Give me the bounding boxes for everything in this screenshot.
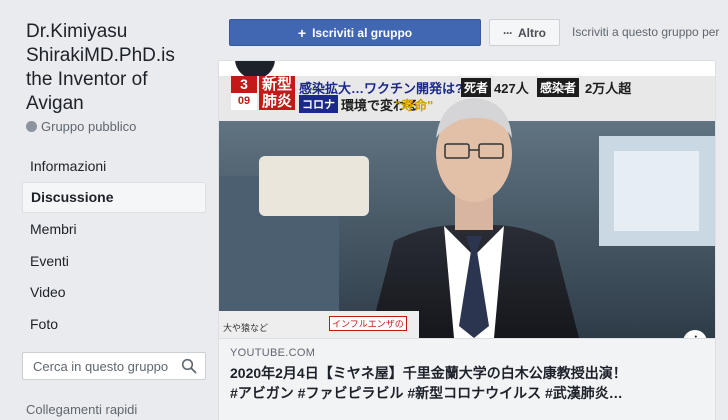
news-tag-line: 肺炎 bbox=[261, 93, 292, 110]
deaths-label: 死者 bbox=[461, 78, 492, 97]
group-title-line: Dr.Kimiyasu bbox=[26, 21, 128, 42]
news-tag: 新型 肺炎 bbox=[259, 76, 295, 110]
channel-number: 3 bbox=[240, 76, 248, 92]
group-privacy: Gruppo pubblico bbox=[26, 119, 136, 134]
nav-item-info[interactable]: Informazioni bbox=[22, 150, 206, 182]
deaths-value: 427人 bbox=[494, 81, 529, 96]
ellipsis-icon: ··· bbox=[503, 25, 513, 40]
link-headline-line: #アビガン #ファビピラビル #新型コロナウイルス #武漢肺炎… bbox=[230, 385, 623, 401]
more-label: Altro bbox=[518, 25, 546, 40]
group-search-input[interactable] bbox=[31, 357, 181, 375]
channel-sub: 09 bbox=[231, 93, 257, 110]
group-title-line: Avigan bbox=[26, 93, 84, 114]
subscribe-hint: Iscriviti a questo gruppo per bbox=[572, 25, 720, 39]
more-button[interactable]: ··· Altro bbox=[489, 19, 560, 46]
link-preview[interactable]: YOUTUBE.COM 2020年2月4日【ミヤネ屋】千里金蘭大学の白木公康教授… bbox=[219, 338, 715, 420]
group-title-line: ShirakiMD.PhD.is bbox=[26, 45, 175, 66]
join-group-button[interactable]: + Iscriviti al gruppo bbox=[229, 19, 481, 46]
nav-item-members[interactable]: Membri bbox=[22, 213, 206, 245]
group-title[interactable]: Dr.Kimiyasu ShirakiMD.PhD.is the Invento… bbox=[26, 20, 206, 116]
sidebar: Dr.Kimiyasu ShirakiMD.PhD.is the Invento… bbox=[0, 0, 218, 420]
banner-fate: "寿命" bbox=[395, 98, 434, 113]
group-privacy-label: Gruppo pubblico bbox=[41, 119, 137, 134]
news-tag-line: 新型 bbox=[261, 76, 292, 93]
group-title-line: the Inventor of bbox=[26, 69, 148, 90]
video-frame bbox=[219, 76, 715, 338]
channel-badge: 3 09 bbox=[231, 76, 257, 110]
group-search bbox=[22, 352, 206, 380]
lower-caption: 大や猿など bbox=[223, 323, 269, 333]
link-domain: YOUTUBE.COM bbox=[230, 347, 316, 359]
post-card: 3 09 新型 肺炎 感染拡大…ワクチン開発は? コロナ 環境で変わる "寿命"… bbox=[218, 60, 716, 420]
nav-item-events[interactable]: Eventi bbox=[22, 245, 206, 277]
globe-icon bbox=[26, 121, 37, 132]
group-actions-bar: + Iscriviti al gruppo ··· Altro Iscrivit… bbox=[218, 0, 728, 60]
search-icon[interactable] bbox=[181, 358, 197, 374]
nav-item-video[interactable]: Video bbox=[22, 276, 206, 308]
link-headline-line: 2020年2月4日【ミヤネ屋】千里金蘭大学の白木公康教授出演！ bbox=[230, 365, 627, 381]
nav-item-photos[interactable]: Foto bbox=[22, 308, 206, 340]
infected-label: 感染者 bbox=[537, 78, 580, 97]
link-headline[interactable]: 2020年2月4日【ミヤネ屋】千里金蘭大学の白木公康教授出演！ #アビガン #フ… bbox=[230, 363, 710, 403]
plus-icon: + bbox=[297, 24, 307, 41]
nav-item-discussion[interactable]: Discussione bbox=[22, 181, 206, 214]
shortcuts-heading: Collegamenti rapidi bbox=[26, 402, 138, 417]
video-thumbnail[interactable]: 3 09 新型 肺炎 感染拡大…ワクチン開発は? コロナ 環境で変わる "寿命"… bbox=[219, 76, 715, 338]
flu-caption: インフルエンザの bbox=[329, 316, 407, 331]
join-group-label: Iscriviti al gruppo bbox=[312, 25, 413, 40]
infected-value: 2万人超 bbox=[585, 81, 632, 96]
group-nav: Informazioni Discussione Membri Eventi V… bbox=[22, 150, 206, 340]
banner-corona-tag: コロナ bbox=[299, 95, 338, 113]
